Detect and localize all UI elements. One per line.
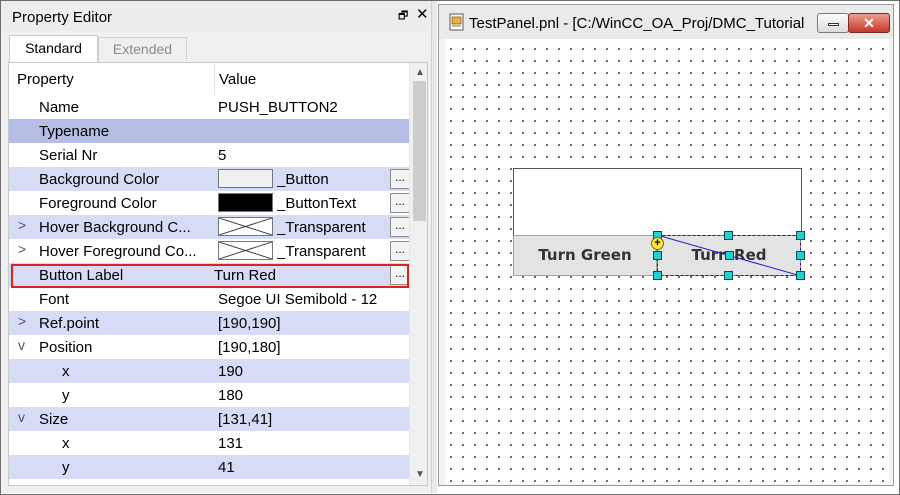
property-grid: Property Value Name PUSH_BUTTON2 Typenam… [8, 62, 428, 486]
button-label-highlight-box [11, 264, 409, 288]
expand-icon[interactable]: > [18, 313, 26, 329]
collapse-icon[interactable]: v [18, 409, 25, 425]
selection-frame [653, 231, 805, 280]
panel-window-titlebar[interactable]: TestPanel.pnl - [C:/WinCC_OA_Proj/DMC_Tu… [439, 5, 893, 39]
dock-splitter[interactable] [431, 1, 437, 493]
property-name: Hover Background C... [39, 219, 191, 236]
color-swatch [218, 193, 273, 212]
property-value[interactable]: _ButtonText [277, 195, 389, 212]
property-name: Hover Foreground Co... [39, 243, 197, 260]
property-row-typename[interactable]: Typename [9, 119, 409, 143]
resize-handle-se[interactable] [796, 271, 805, 280]
property-name: Position [39, 339, 93, 356]
property-value[interactable]: [190,180] [218, 339, 409, 356]
property-value[interactable]: 5 [218, 147, 409, 164]
close-icon: ✕ [863, 15, 875, 31]
resize-handle-n[interactable] [724, 231, 733, 240]
property-value[interactable]: _Button [277, 171, 389, 188]
property-row-serial-nr[interactable]: Serial Nr 5 [9, 143, 409, 167]
minimize-icon [828, 23, 839, 26]
property-name: y [62, 387, 70, 404]
property-row-position-x[interactable]: x 190 [9, 359, 409, 383]
close-icon[interactable]: ✕ [416, 7, 429, 23]
property-editor-title: Property Editor [12, 9, 113, 26]
panel-window-title: TestPanel.pnl - [C:/WinCC_OA_Proj/DMC_Tu… [469, 15, 805, 32]
ellipsis-button[interactable]: ... [390, 193, 410, 213]
property-row-background-color[interactable]: Background Color _Button ... [9, 167, 410, 191]
resize-handle-ne[interactable] [796, 231, 805, 240]
resize-handle-center[interactable] [725, 251, 734, 260]
resize-handle-sw[interactable] [653, 271, 662, 280]
column-divider[interactable] [214, 63, 215, 94]
resize-handle-w[interactable] [653, 251, 662, 260]
ellipsis-button[interactable]: ... [390, 169, 410, 189]
property-value[interactable]: 190 [218, 363, 409, 380]
scroll-up-arrow-icon[interactable]: ▲ [415, 67, 425, 78]
property-row-size-y[interactable]: y 41 [9, 455, 409, 479]
panel-canvas[interactable]: Turn Green Turn Red + [445, 39, 889, 484]
property-value[interactable]: _Transparent [277, 219, 389, 236]
property-row-hover-background-color[interactable]: > Hover Background C... _Transparent ... [9, 215, 410, 239]
property-row-size-x[interactable]: x 131 [9, 431, 409, 455]
scroll-down-arrow-icon[interactable]: ▼ [415, 469, 425, 480]
property-value[interactable]: [190,190] [218, 315, 409, 332]
panel-text-field[interactable] [513, 168, 802, 236]
column-header-value[interactable]: Value [219, 71, 256, 88]
property-name: x [62, 435, 70, 452]
property-row-foreground-color[interactable]: Foreground Color _ButtonText ... [9, 191, 410, 215]
panel-file-icon [449, 13, 464, 31]
property-name: Size [39, 411, 69, 428]
property-editor-titlebar: Property Editor 🗗 ✕ [1, 1, 431, 31]
property-name: Foreground Color [39, 195, 157, 212]
turn-green-button[interactable]: Turn Green [513, 235, 657, 276]
property-row-ref-point[interactable]: > Ref.point [190,190] [9, 311, 409, 335]
property-value[interactable]: Segoe UI Semibold - 12 [218, 291, 409, 308]
transparent-swatch-icon [218, 217, 273, 236]
property-row-position[interactable]: v Position [190,180] [9, 335, 409, 359]
property-editor-panel: Property Editor 🗗 ✕ Standard Extended Pr… [1, 1, 431, 493]
collapse-icon[interactable]: v [18, 337, 25, 353]
property-value[interactable]: [131,41] [218, 411, 409, 428]
property-name: Name [39, 99, 80, 116]
window-close-button[interactable]: ✕ [848, 13, 890, 33]
property-grid-header: Property Value [9, 63, 409, 94]
property-value[interactable]: 131 [218, 435, 409, 452]
property-row-font[interactable]: Font Segoe UI Semibold - 12 [9, 287, 409, 311]
property-value[interactable]: 180 [218, 387, 409, 404]
resize-handle-s[interactable] [724, 271, 733, 280]
panel-window: TestPanel.pnl - [C:/WinCC_OA_Proj/DMC_Tu… [438, 4, 894, 486]
expand-icon[interactable]: > [18, 217, 26, 233]
resize-handle-e[interactable] [796, 251, 805, 260]
property-row-name[interactable]: Name PUSH_BUTTON2 [9, 95, 409, 119]
property-name: Font [39, 291, 70, 308]
transparent-swatch-icon [218, 241, 273, 260]
property-row-size[interactable]: v Size [131,41] [9, 407, 409, 431]
property-value[interactable]: 41 [218, 459, 409, 476]
ellipsis-button[interactable]: ... [390, 241, 410, 261]
scrollbar-thumb[interactable] [413, 81, 426, 221]
minimize-button[interactable] [817, 13, 849, 33]
property-name: Typename [39, 123, 110, 140]
property-name: Background Color [39, 171, 160, 188]
property-row-hover-foreground-color[interactable]: > Hover Foreground Co... _Transparent ..… [9, 239, 410, 263]
tab-standard[interactable]: Standard [9, 35, 98, 63]
expand-icon[interactable]: > [18, 241, 26, 257]
ellipsis-button[interactable]: ... [390, 217, 410, 237]
property-name: Serial Nr [39, 147, 98, 164]
property-name: Ref.point [39, 315, 100, 332]
reference-point-icon[interactable]: + [651, 237, 664, 250]
column-header-property[interactable]: Property [17, 71, 74, 88]
property-name: x [62, 363, 70, 380]
vertical-scrollbar[interactable]: ▲ ▼ [409, 63, 427, 485]
tab-extended[interactable]: Extended [98, 37, 187, 61]
property-value[interactable]: _Transparent [277, 243, 389, 260]
property-name: y [62, 459, 70, 476]
property-row-position-y[interactable]: y 180 [9, 383, 409, 407]
property-value[interactable]: PUSH_BUTTON2 [218, 99, 409, 116]
restore-icon[interactable]: 🗗 [398, 10, 410, 22]
color-swatch [218, 169, 273, 188]
